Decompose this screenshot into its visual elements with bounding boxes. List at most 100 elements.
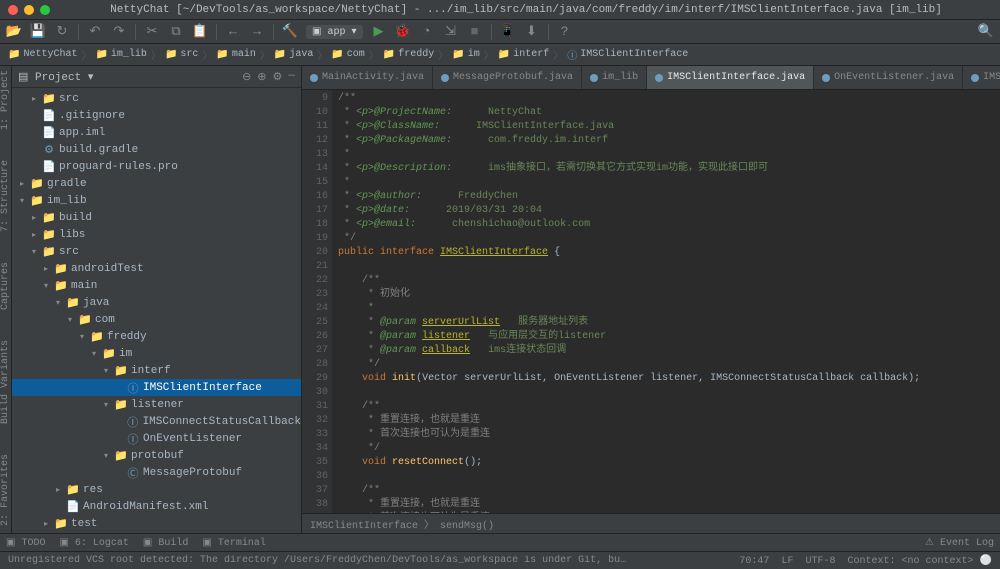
breadcrumb-item[interactable]: Ⓘ IMSClientInterface bbox=[567, 47, 688, 63]
tree-node[interactable]: ▸📁androidTest bbox=[12, 260, 301, 277]
tree-node[interactable]: ▾📁listener bbox=[12, 396, 301, 413]
hide-icon[interactable]: — bbox=[288, 70, 295, 84]
editor-tabs: MainActivity.javaMessageProtobuf.javaim_… bbox=[302, 66, 1000, 90]
tree-node[interactable]: ⒸMessageProtobuf bbox=[12, 464, 301, 481]
status-message: Unregistered VCS root detected: The dire… bbox=[8, 555, 628, 566]
tree-node[interactable]: 📄.gitignore bbox=[12, 532, 301, 533]
tree-node[interactable]: ▾📁interf bbox=[12, 362, 301, 379]
cut-icon[interactable]: ✂ bbox=[144, 24, 160, 40]
tool-tab[interactable]: Captures bbox=[0, 262, 11, 310]
minimize-window-icon[interactable] bbox=[24, 5, 34, 15]
breadcrumb-item[interactable]: 📁 freddy bbox=[383, 49, 434, 61]
tree-node[interactable]: ⒾIMSConnectStatusCallback bbox=[12, 413, 301, 430]
hammer-icon[interactable]: 🔨 bbox=[282, 24, 298, 40]
tree-node[interactable]: ▸📁gradle bbox=[12, 175, 301, 192]
code-editor[interactable]: /** * <p>@ProjectName: NettyChat * <p>@C… bbox=[332, 90, 1000, 513]
status-bar: Unregistered VCS root detected: The dire… bbox=[0, 551, 1000, 569]
project-sidebar: ▤ Project ▾ ⊖ ⊕ ⚙ — ▸📁src📄.gitignore📄app… bbox=[12, 66, 302, 533]
separator bbox=[273, 24, 274, 40]
tree-node[interactable]: ▾📁src bbox=[12, 243, 301, 260]
bottom-tab[interactable]: ▣ TODO bbox=[6, 537, 45, 549]
tree-node[interactable]: ▾📁im bbox=[12, 345, 301, 362]
sdk-icon[interactable]: ⬇ bbox=[524, 24, 540, 40]
breadcrumb-item[interactable]: 📁 com bbox=[331, 49, 364, 61]
editor-tab[interactable]: im_lib bbox=[582, 66, 647, 89]
editor-pane: MainActivity.javaMessageProtobuf.javaim_… bbox=[302, 66, 1000, 533]
maximize-window-icon[interactable] bbox=[40, 5, 50, 15]
tree-node[interactable]: ▾📁freddy bbox=[12, 328, 301, 345]
tree-node[interactable]: ▸📁res bbox=[12, 481, 301, 498]
bottom-tool-tabs: ▣ TODO ▣ 6: Logcat ▣ Build ▣ Terminal ⚠ Eve… bbox=[0, 533, 1000, 551]
separator bbox=[78, 24, 79, 40]
profile-icon[interactable]: ◔ bbox=[419, 24, 435, 40]
tree-node[interactable]: ⒾOnEventListener bbox=[12, 430, 301, 447]
collapse-icon[interactable]: ⊖ bbox=[242, 70, 251, 84]
back-icon[interactable]: ← bbox=[225, 24, 241, 40]
help-icon[interactable]: ? bbox=[557, 24, 573, 40]
save-icon[interactable]: 💾 bbox=[30, 24, 46, 40]
event-log-tab[interactable]: ⚠ Event Log bbox=[925, 537, 994, 549]
run-config-selector[interactable]: ▣ app ▾ bbox=[306, 25, 363, 39]
tool-tab[interactable]: 2: Favorites bbox=[0, 454, 11, 526]
project-tree[interactable]: ▸📁src📄.gitignore📄app.iml⚙build.gradle📄pr… bbox=[12, 88, 301, 533]
tree-node[interactable]: 📄AndroidManifest.xml bbox=[12, 498, 301, 515]
copy-icon[interactable]: ⧉ bbox=[168, 24, 184, 40]
paste-icon[interactable]: 📋 bbox=[192, 24, 208, 40]
tree-node[interactable]: ▸📁src bbox=[12, 90, 301, 107]
editor-tab[interactable]: IMSConnectStatusCallback.java bbox=[963, 66, 1000, 89]
breadcrumb-item[interactable]: 📁 NettyChat bbox=[8, 49, 77, 61]
tree-node[interactable]: ▸📁test bbox=[12, 515, 301, 532]
breadcrumb-item[interactable]: 📁 main bbox=[216, 49, 255, 61]
refresh-icon[interactable]: ↻ bbox=[54, 24, 70, 40]
separator bbox=[135, 24, 136, 40]
debug-icon[interactable]: 🐞 bbox=[395, 24, 411, 40]
separator bbox=[216, 24, 217, 40]
tree-node[interactable]: 📄app.iml bbox=[12, 124, 301, 141]
tree-node[interactable]: ▸📁build bbox=[12, 209, 301, 226]
breadcrumb-item[interactable]: 📁 interf bbox=[498, 49, 549, 61]
bottom-tab[interactable]: ▣ 6: Logcat bbox=[59, 537, 128, 549]
target-icon[interactable]: ⊕ bbox=[257, 70, 266, 84]
main-toolbar: 📂 💾 ↻ ↶ ↷ ✂ ⧉ 📋 ← → 🔨 ▣ app ▾ ▶ 🐞 ◔ ⇲ ■ … bbox=[0, 20, 1000, 44]
close-window-icon[interactable] bbox=[8, 5, 18, 15]
separator bbox=[548, 24, 549, 40]
breadcrumb-item[interactable]: 📁 src bbox=[165, 49, 198, 61]
forward-icon[interactable]: → bbox=[249, 24, 265, 40]
tree-node[interactable]: 📄.gitignore bbox=[12, 107, 301, 124]
undo-icon[interactable]: ↶ bbox=[87, 24, 103, 40]
window-title: NettyChat [~/DevTools/as_workspace/Netty… bbox=[60, 4, 992, 16]
avd-icon[interactable]: 📱 bbox=[500, 24, 516, 40]
breadcrumb-item[interactable]: 📁 im bbox=[452, 49, 479, 61]
editor-tab[interactable]: IMSClientInterface.java bbox=[647, 66, 814, 89]
run-icon[interactable]: ▶ bbox=[371, 24, 387, 40]
tree-node[interactable]: ▾📁java bbox=[12, 294, 301, 311]
editor-tab[interactable]: MessageProtobuf.java bbox=[433, 66, 582, 89]
attach-icon[interactable]: ⇲ bbox=[443, 24, 459, 40]
tree-node[interactable]: ▾📁im_lib bbox=[12, 192, 301, 209]
gear-icon[interactable]: ⚙ bbox=[273, 70, 283, 84]
bottom-tab[interactable]: ▣ Terminal bbox=[202, 537, 265, 549]
open-icon[interactable]: 📂 bbox=[6, 24, 22, 40]
redo-icon[interactable]: ↷ bbox=[111, 24, 127, 40]
breadcrumb-item[interactable]: 📁 java bbox=[274, 49, 313, 61]
stop-icon[interactable]: ■ bbox=[467, 24, 483, 40]
tree-node[interactable]: ▸📁libs bbox=[12, 226, 301, 243]
tree-node[interactable]: ▾📁com bbox=[12, 311, 301, 328]
nav-breadcrumbs: 📁 NettyChat〉📁 im_lib〉📁 src〉📁 main〉📁 java… bbox=[0, 44, 1000, 66]
editor-tab[interactable]: MainActivity.java bbox=[302, 66, 433, 89]
breadcrumb-item[interactable]: 📁 im_lib bbox=[95, 49, 146, 61]
tree-node[interactable]: 📄proguard-rules.pro bbox=[12, 158, 301, 175]
tree-node[interactable]: ▾📁protobuf bbox=[12, 447, 301, 464]
tree-node[interactable]: ⒾIMSClientInterface bbox=[12, 379, 301, 396]
window-titlebar: NettyChat [~/DevTools/as_workspace/Netty… bbox=[0, 0, 1000, 20]
tool-tab[interactable]: 7: Structure bbox=[0, 160, 11, 232]
structure-breadcrumb[interactable]: IMSClientInterface 〉 sendMsg() bbox=[302, 513, 1000, 533]
bottom-tab[interactable]: ▣ Build bbox=[143, 537, 188, 549]
status-right: 70:47 LF UTF-8 Context: <no context> ⚪ bbox=[739, 555, 992, 567]
tree-node[interactable]: ▾📁main bbox=[12, 277, 301, 294]
search-icon[interactable]: 🔍 bbox=[978, 24, 994, 40]
tool-tab[interactable]: 1: Project bbox=[0, 70, 11, 130]
editor-tab[interactable]: OnEventListener.java bbox=[814, 66, 963, 89]
tool-tab[interactable]: Build Variants bbox=[0, 340, 11, 424]
tree-node[interactable]: ⚙build.gradle bbox=[12, 141, 301, 158]
